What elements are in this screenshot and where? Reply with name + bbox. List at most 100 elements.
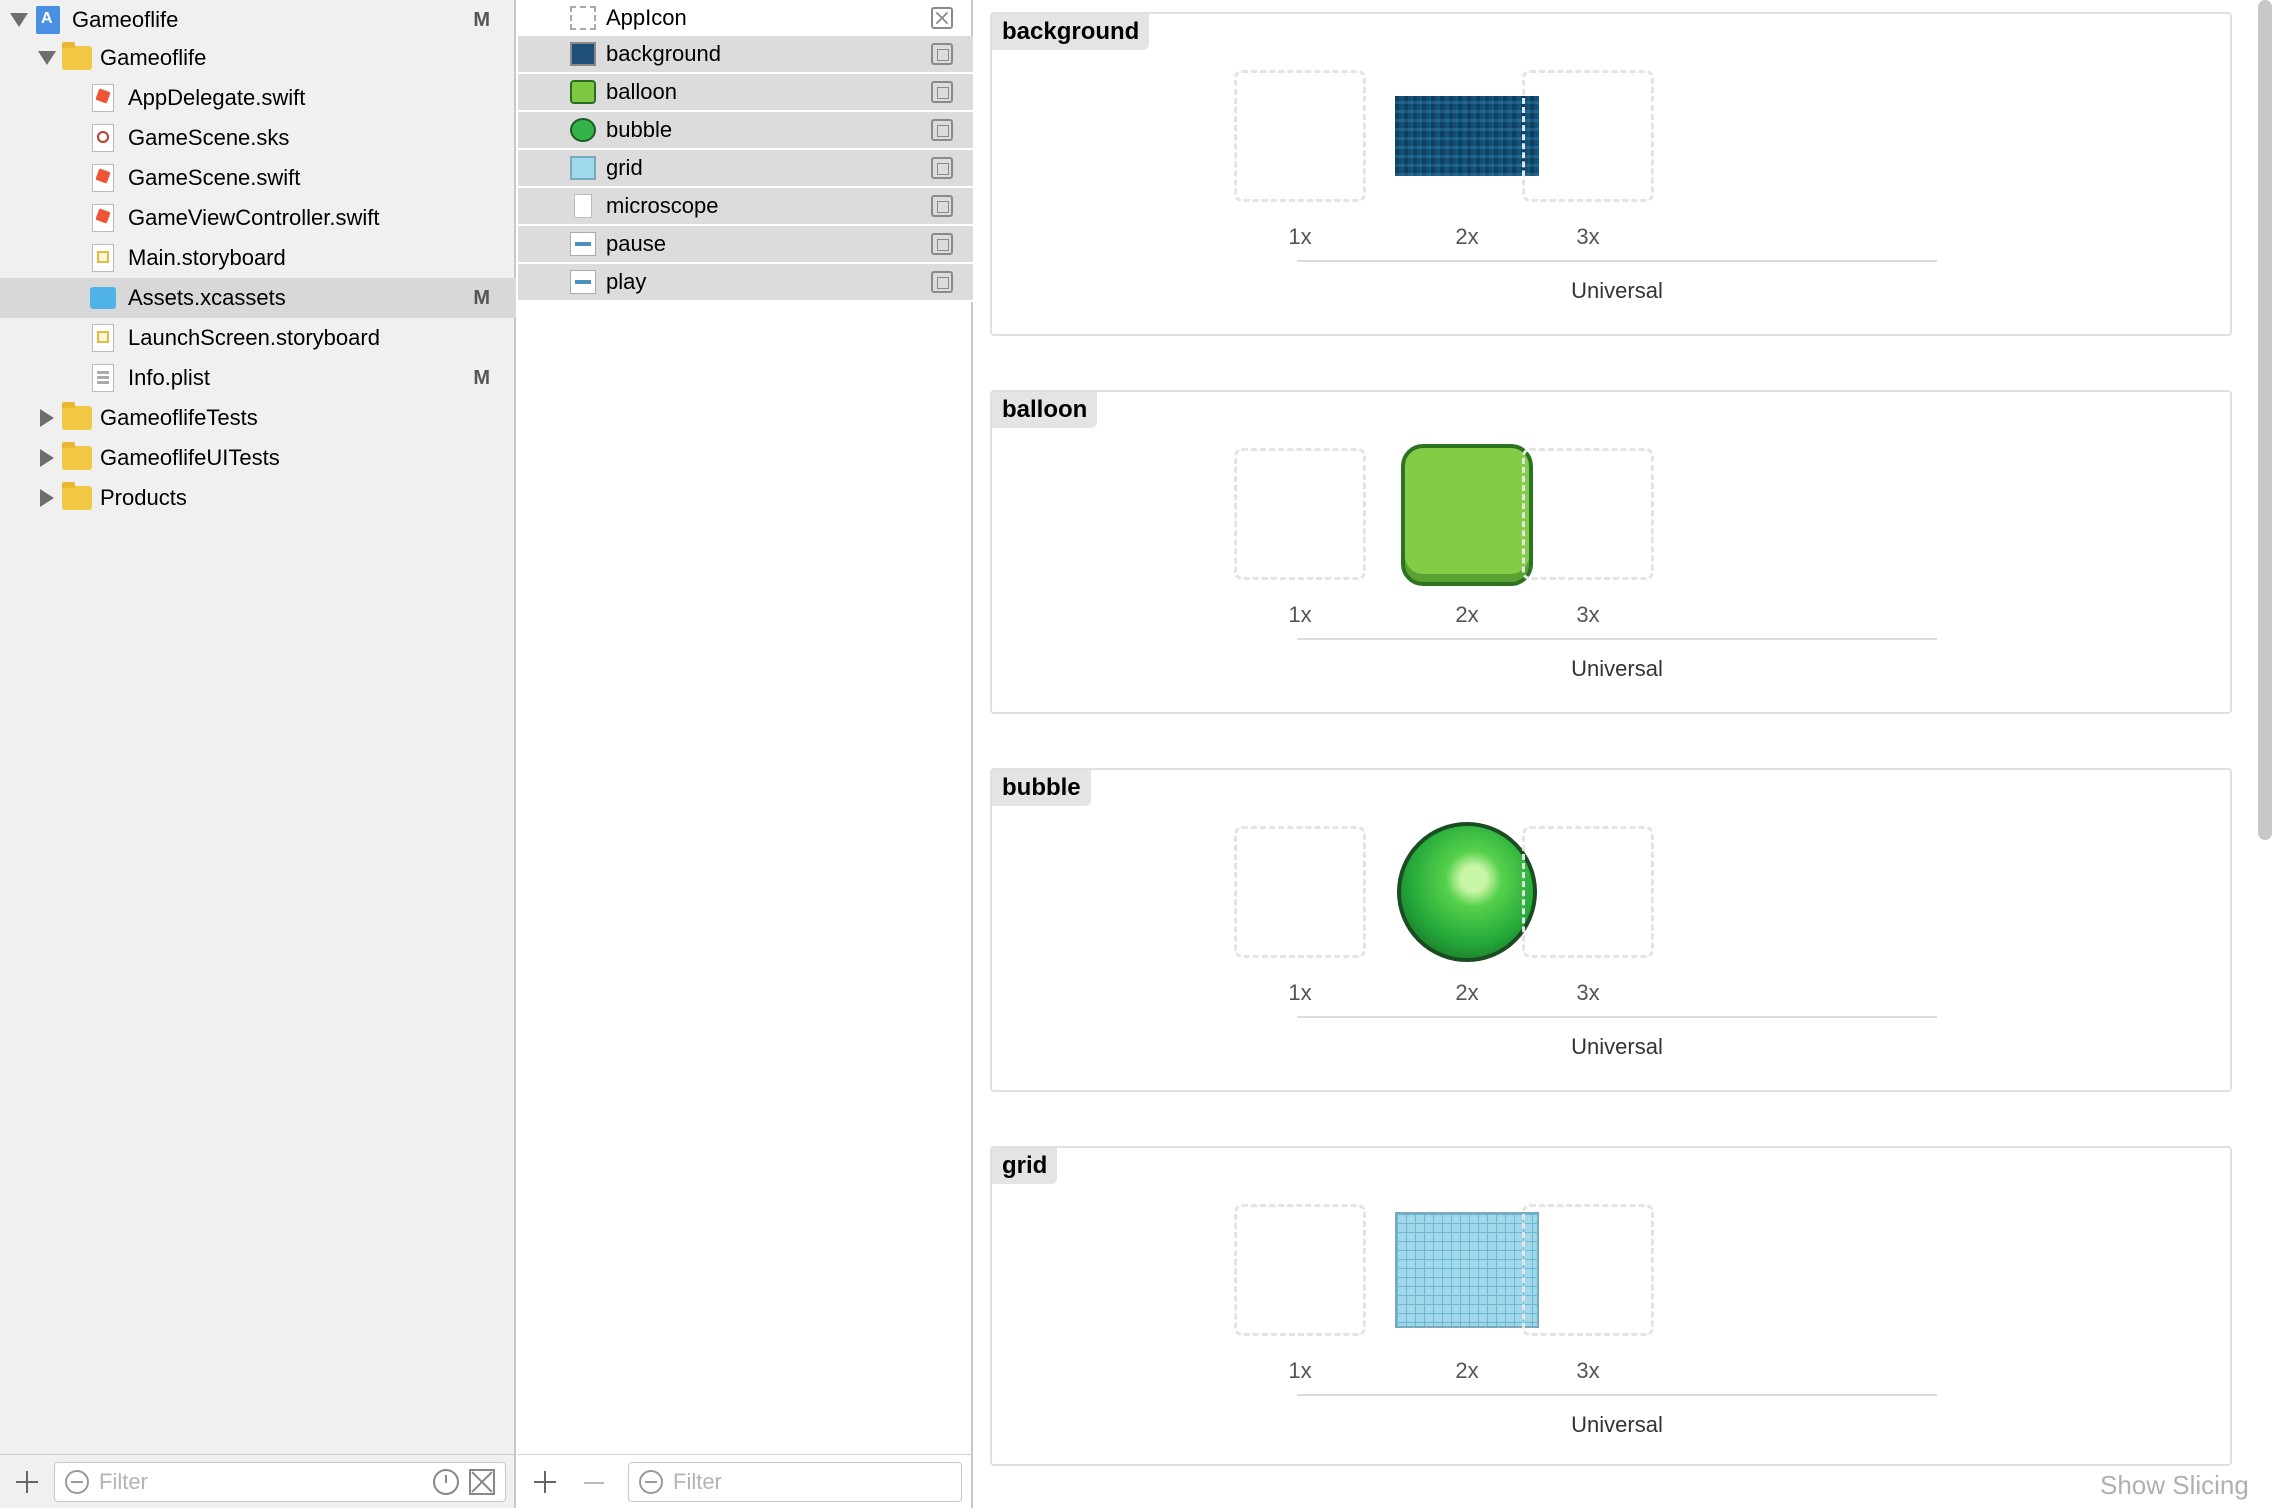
nav-item-file-selected[interactable]: Assets.xcassets M xyxy=(0,278,516,318)
slot-1x[interactable] xyxy=(1234,1204,1366,1336)
divider xyxy=(1297,260,1937,262)
pause-thumbnail-icon xyxy=(570,232,596,256)
nav-item-file[interactable]: GameScene.swift xyxy=(0,158,516,198)
slot-1x[interactable] xyxy=(1234,448,1366,580)
asset-row-selected[interactable]: background xyxy=(518,36,973,74)
modified-badge: M xyxy=(473,366,490,389)
nav-item-group[interactable]: GameoflifeTests xyxy=(0,398,516,438)
scale-label: 3x xyxy=(1576,224,1600,249)
image-set-title: bubble xyxy=(992,770,1091,806)
modified-badge: M xyxy=(473,8,490,31)
image-set-bubble[interactable]: bubble 1x 2x 3x Universal xyxy=(990,768,2232,1092)
asset-row-selected[interactable]: microscope xyxy=(518,188,973,226)
asset-row-selected[interactable]: grid xyxy=(518,150,973,188)
recent-files-icon[interactable] xyxy=(433,1469,459,1495)
scale-label: 1x xyxy=(1288,224,1312,249)
nav-item-label: AppDelegate.swift xyxy=(128,85,306,110)
nav-item-file[interactable]: Info.plist M xyxy=(0,358,516,398)
scale-label: 3x xyxy=(1576,602,1600,627)
bubble-thumbnail-icon xyxy=(570,118,596,142)
disclosure-open-icon[interactable] xyxy=(10,13,28,27)
slot-1x[interactable] xyxy=(1234,70,1366,202)
image-set-balloon[interactable]: balloon 1x 2x 3x Universal xyxy=(990,390,2232,714)
disclosure-closed-icon[interactable] xyxy=(40,449,54,467)
disclosure-open-icon[interactable] xyxy=(38,51,56,65)
play-thumbnail-icon xyxy=(570,270,596,294)
asset-filter-field[interactable]: Filter xyxy=(628,1462,962,1502)
disclosure-closed-icon[interactable] xyxy=(40,409,54,427)
add-asset-button[interactable] xyxy=(534,1471,556,1493)
asset-name: AppIcon xyxy=(606,5,687,30)
plist-file-icon xyxy=(92,364,114,392)
navigator-filter-bar: Filter xyxy=(0,1454,514,1508)
nav-item-label: GameoflifeUITests xyxy=(100,445,280,470)
scale-label: 2x xyxy=(1455,1358,1479,1383)
slot-3x[interactable] xyxy=(1522,448,1654,580)
image-set-icon xyxy=(931,81,953,103)
navigator-filter-field[interactable]: Filter xyxy=(54,1462,506,1502)
remove-asset-button[interactable] xyxy=(584,1482,604,1484)
asset-row[interactable]: AppIcon xyxy=(518,0,973,36)
slot-3x[interactable] xyxy=(1522,1204,1654,1336)
image-set-icon xyxy=(931,195,953,217)
scale-label: 3x xyxy=(1576,1358,1600,1383)
source-control-filter-icon[interactable] xyxy=(469,1469,495,1495)
nav-item-file[interactable]: GameScene.sks xyxy=(0,118,516,158)
slot-3x[interactable] xyxy=(1522,826,1654,958)
nav-item-group[interactable]: Gameoflife xyxy=(0,38,516,78)
slot-3x[interactable] xyxy=(1522,70,1654,202)
nav-item-file[interactable]: GameViewController.swift xyxy=(0,198,516,238)
asset-row-selected[interactable]: balloon xyxy=(518,74,973,112)
nav-item-group[interactable]: GameoflifeUITests xyxy=(0,438,516,478)
asset-row-selected[interactable]: play xyxy=(518,264,973,302)
nav-item-label: GameViewController.swift xyxy=(128,205,380,230)
grid-image-2x[interactable] xyxy=(1395,1212,1539,1328)
asset-catalog-list: AppIcon background balloon bubble grid m… xyxy=(518,0,973,1508)
storyboard-file-icon xyxy=(92,244,114,272)
nav-item-label: GameoflifeTests xyxy=(100,405,258,430)
divider xyxy=(1297,1016,1937,1018)
nav-item-project[interactable]: Gameoflife M xyxy=(0,0,516,40)
image-set-background[interactable]: background 1x 2x 3x Universal xyxy=(990,12,2232,336)
show-slicing-button[interactable]: Show Slicing xyxy=(2100,1470,2249,1501)
bubble-image-2x[interactable] xyxy=(1397,822,1537,962)
image-set-title: grid xyxy=(992,1148,1058,1184)
asset-editor: background 1x 2x 3x Universal balloon 1x… xyxy=(975,0,2276,1508)
asset-row-selected[interactable]: bubble xyxy=(518,112,973,150)
balloon-thumbnail-icon xyxy=(570,80,596,104)
filter-icon xyxy=(65,1470,89,1494)
asset-name: bubble xyxy=(606,117,673,142)
disclosure-closed-icon[interactable] xyxy=(40,489,54,507)
nav-item-group[interactable]: Products xyxy=(0,478,516,518)
asset-name: play xyxy=(606,269,647,294)
swift-file-icon xyxy=(92,204,114,232)
scale-label: 2x xyxy=(1455,224,1479,249)
idiom-label: Universal xyxy=(1571,1034,1663,1059)
nav-item-file[interactable]: LaunchScreen.storyboard xyxy=(0,318,516,358)
nav-item-file[interactable]: Main.storyboard xyxy=(0,238,516,278)
background-image-2x[interactable] xyxy=(1395,96,1539,176)
image-set-icon xyxy=(931,157,953,179)
add-file-button[interactable] xyxy=(16,1471,38,1493)
nav-item-file[interactable]: AppDelegate.swift xyxy=(0,78,516,118)
editor-scrollbar[interactable] xyxy=(2258,0,2272,840)
balloon-image-2x[interactable] xyxy=(1401,444,1533,586)
asset-row-selected[interactable]: pause xyxy=(518,226,973,264)
filter-icon xyxy=(639,1470,663,1494)
scale-label: 2x xyxy=(1455,602,1479,627)
microscope-thumbnail-icon xyxy=(574,194,592,218)
image-set-grid[interactable]: grid 1x 2x 3x Universal xyxy=(990,1146,2232,1466)
folder-icon xyxy=(62,442,92,470)
app-icon-placeholder-icon xyxy=(570,6,596,30)
nav-item-label: LaunchScreen.storyboard xyxy=(128,325,380,350)
divider xyxy=(1297,638,1937,640)
folder-icon xyxy=(62,482,92,510)
xcode-window: Gameoflife M Gameoflife AppDelegate.swif… xyxy=(0,0,2276,1508)
idiom-label: Universal xyxy=(1571,656,1663,681)
image-set-title: background xyxy=(992,14,1150,50)
nav-item-label: Main.storyboard xyxy=(128,245,286,270)
swift-file-icon xyxy=(92,164,114,192)
slot-1x[interactable] xyxy=(1234,826,1366,958)
nav-item-label: Gameoflife xyxy=(100,45,207,70)
idiom-label: Universal xyxy=(1571,1412,1663,1437)
